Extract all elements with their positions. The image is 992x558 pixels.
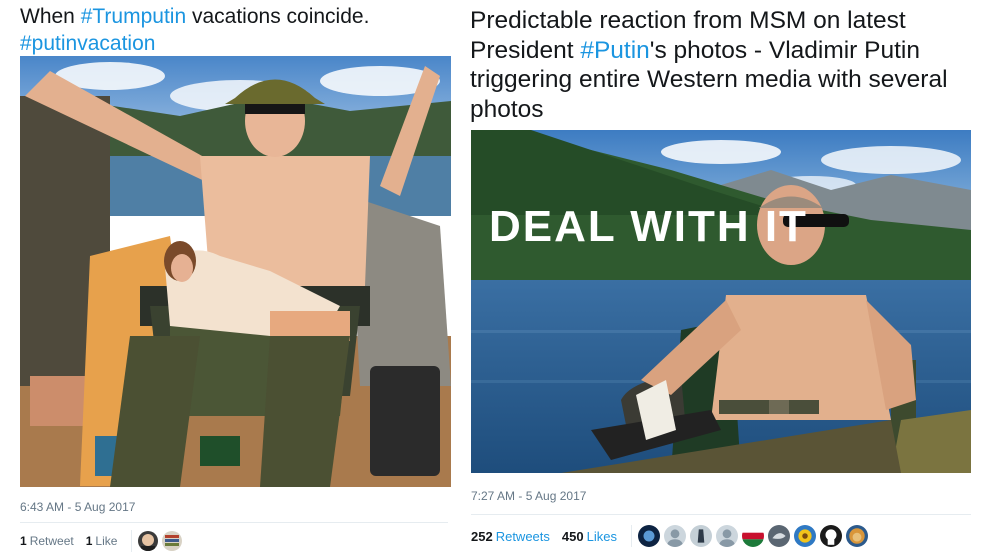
liker-avatars [637, 525, 868, 547]
liker-avatar-face[interactable] [138, 531, 159, 551]
vacation-photo [20, 56, 451, 487]
retweet-stat[interactable]: 252 Retweets [471, 529, 550, 544]
liker-avatar-figure[interactable] [689, 525, 712, 547]
like-count: 450 [561, 528, 584, 544]
divider [20, 522, 448, 523]
liker-avatar-dark[interactable] [637, 525, 660, 547]
tweet-text: When #Trumputin vacations coincide. #put… [20, 3, 450, 57]
retweet-label: Retweets [495, 528, 550, 544]
deal-with-it-overlay: DEAL WITH IT [489, 202, 808, 251]
tweet-photo[interactable]: DEAL WITH IT [471, 130, 971, 473]
tweet-timestamp[interactable]: 6:43 AM - 5 Aug 2017 [20, 500, 135, 514]
retweet-label: Retweet [29, 534, 74, 548]
stats-separator [630, 525, 632, 547]
liker-avatar-lion[interactable] [845, 525, 868, 547]
tweet-photo[interactable] [20, 56, 451, 487]
hashtag-link[interactable]: #Putin [580, 37, 649, 64]
retweet-count: 252 [471, 528, 493, 544]
hashtag-link[interactable]: #putinvacation [20, 32, 155, 55]
retweet-count: 1 [20, 534, 27, 548]
tweet-stats: 252 Retweets 450 Likes [471, 522, 868, 550]
liker-avatar-sunflower[interactable] [793, 525, 816, 547]
liker-avatar-flag[interactable] [741, 525, 764, 547]
tweet-left: When #Trumputin vacations coincide. #put… [0, 0, 460, 558]
liker-avatar-default[interactable] [663, 525, 686, 547]
retweet-stat[interactable]: 1 Retweet [20, 534, 74, 548]
like-label: Like [95, 534, 118, 548]
liker-avatar-bird[interactable] [767, 525, 790, 547]
tweet-timestamp[interactable]: 7:27 AM - 5 Aug 2017 [471, 489, 586, 503]
liker-avatar-dark[interactable] [819, 525, 842, 547]
liker-avatar-stack[interactable] [162, 531, 183, 551]
like-stat[interactable]: 450 Likes [562, 529, 617, 544]
tweet-text-part: vacations coincide. [186, 5, 370, 28]
divider [471, 514, 971, 515]
lake-photo: DEAL WITH IT [471, 130, 971, 473]
tweet-right: Predictable reaction from MSM on latest … [462, 0, 992, 558]
liker-avatar-default[interactable] [715, 525, 738, 547]
like-label: Likes [586, 528, 617, 544]
like-count: 1 [85, 534, 93, 548]
tweet-text: Predictable reaction from MSM on latest … [470, 6, 985, 124]
like-stat[interactable]: 1 Like [86, 534, 118, 548]
stats-separator [131, 530, 133, 552]
tweet-stats: 1 Retweet 1 Like [20, 527, 183, 555]
tweet-text-part: When [20, 5, 81, 28]
liker-avatars [138, 531, 183, 551]
hashtag-link[interactable]: #Trumputin [81, 5, 186, 28]
